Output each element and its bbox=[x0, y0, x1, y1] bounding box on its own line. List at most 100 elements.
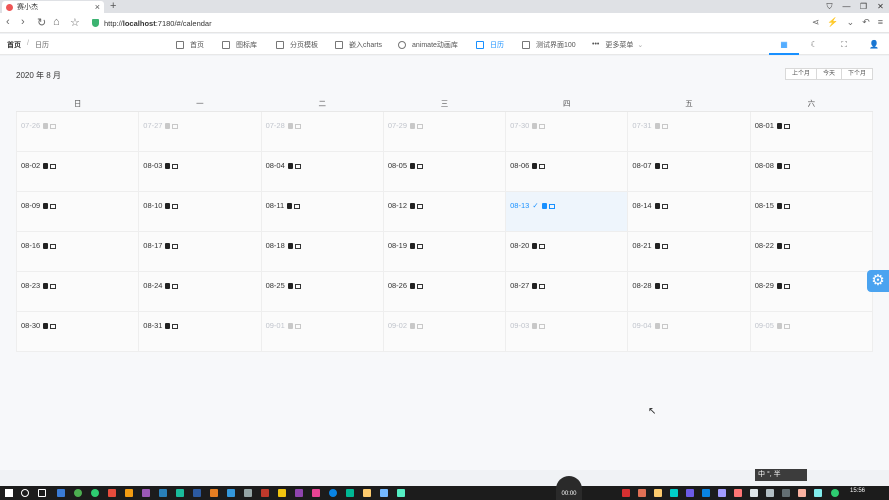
vscode-icon[interactable] bbox=[159, 489, 167, 497]
calendar-day-cell[interactable]: 08-14 bbox=[627, 190, 751, 232]
windows-start-icon[interactable] bbox=[5, 489, 13, 497]
browser-tab[interactable]: 赛小杰 × bbox=[2, 1, 104, 13]
theme-moon-icon[interactable]: ☾ bbox=[799, 34, 829, 55]
nav-item-calendar[interactable]: 日历 bbox=[476, 34, 504, 55]
nav-item-icons[interactable]: 图标库 bbox=[222, 34, 257, 55]
calendar-day-cell[interactable]: 08-27 bbox=[505, 270, 629, 312]
calendar-day-cell[interactable]: 08-28 bbox=[627, 270, 751, 312]
fullscreen-icon[interactable]: ⛶ bbox=[829, 34, 859, 55]
calendar-day-cell[interactable]: 08-21 bbox=[627, 230, 751, 272]
calendar-day-cell[interactable]: 08-18 bbox=[260, 230, 384, 272]
calendar-day-cell[interactable]: 07-28 bbox=[260, 110, 384, 152]
calendar-day-cell[interactable]: 08-24 bbox=[138, 270, 262, 312]
app-icon[interactable] bbox=[295, 489, 303, 497]
calendar-day-cell[interactable]: 08-07 bbox=[627, 150, 751, 192]
calendar-day-cell[interactable]: 09-04 bbox=[627, 310, 751, 352]
pin-icon[interactable]: ⛉ bbox=[821, 0, 838, 13]
chevron-down-icon[interactable]: ⌄ bbox=[847, 17, 855, 28]
share-icon[interactable]: ⋖ bbox=[812, 17, 820, 28]
search-taskbar-icon[interactable] bbox=[21, 489, 29, 497]
calendar-day-cell[interactable]: 07-29 bbox=[382, 110, 507, 152]
app-icon[interactable] bbox=[380, 489, 388, 497]
calendar-day-cell[interactable]: 08-20 bbox=[505, 230, 629, 272]
nav-item-animate[interactable]: animate动画库 bbox=[398, 34, 458, 55]
calendar-day-cell[interactable]: 08-08 bbox=[749, 150, 874, 192]
nav-item-test[interactable]: 测试界面100 bbox=[522, 34, 576, 55]
calendar-day-cell[interactable]: 08-15 bbox=[749, 190, 874, 232]
app-icon[interactable] bbox=[142, 489, 150, 497]
edge-icon[interactable] bbox=[329, 489, 337, 497]
app-icon[interactable] bbox=[346, 489, 354, 497]
calendar-day-cell[interactable]: 08-19 bbox=[382, 230, 507, 272]
new-tab-icon[interactable]: + bbox=[110, 0, 116, 12]
wechat-icon[interactable] bbox=[397, 489, 405, 497]
nav-item-more[interactable]: ••• 更多菜单 ⌄ bbox=[592, 34, 643, 55]
bookmark-star-icon[interactable]: ☆ bbox=[70, 16, 80, 29]
app-icon[interactable] bbox=[363, 489, 371, 497]
chrome-icon[interactable] bbox=[74, 489, 82, 497]
calendar-day-cell[interactable]: 09-03 bbox=[505, 310, 629, 352]
undo-icon[interactable]: ↶ bbox=[862, 17, 870, 28]
forward-icon[interactable]: › bbox=[21, 16, 25, 28]
refresh-icon[interactable]: ↻ bbox=[37, 16, 46, 29]
calendar-day-cell[interactable]: 08-12 bbox=[382, 190, 507, 232]
calendar-day-cell[interactable]: 07-26 bbox=[15, 110, 140, 152]
grid-icon[interactable]: ▦ bbox=[769, 34, 799, 55]
calendar-day-cell[interactable]: 08-26 bbox=[382, 270, 507, 312]
prev-month-button[interactable]: 上个月 bbox=[784, 68, 817, 80]
app-icon[interactable] bbox=[91, 489, 99, 497]
ime-indicator[interactable]: 中 °, 半 bbox=[755, 469, 807, 481]
menu-icon[interactable]: ≡ bbox=[878, 17, 883, 28]
calendar-day-cell[interactable]: 08-22 bbox=[749, 230, 874, 272]
calendar-day-cell[interactable]: 08-09 bbox=[15, 190, 140, 232]
nav-item-home[interactable]: 首页 bbox=[176, 34, 204, 55]
calendar-day-cell[interactable]: 08-10 bbox=[138, 190, 262, 232]
calendar-day-cell[interactable]: 08-16 bbox=[15, 230, 140, 272]
today-button[interactable]: 今天 bbox=[815, 68, 842, 80]
app-icon[interactable] bbox=[176, 489, 184, 497]
calendar-day-cell[interactable]: 08-30 bbox=[15, 310, 140, 352]
calendar-day-cell[interactable]: 07-31 bbox=[627, 110, 751, 152]
calendar-day-cell[interactable]: 09-02 bbox=[382, 310, 507, 352]
calendar-day-cell[interactable]: 09-01 bbox=[260, 310, 384, 352]
calendar-day-cell[interactable]: 08-06 bbox=[505, 150, 629, 192]
calendar-day-cell[interactable]: 08-31 bbox=[138, 310, 262, 352]
calendar-day-cell[interactable]: 08-11 bbox=[260, 190, 384, 232]
calendar-day-cell[interactable]: 08-04 bbox=[260, 150, 384, 192]
nav-item-charts[interactable]: 嵌入charts bbox=[335, 34, 382, 55]
breadcrumb-home[interactable]: 首页 bbox=[7, 40, 21, 50]
app-icon[interactable] bbox=[125, 489, 133, 497]
calendar-day-cell[interactable]: 08-13 ✓ bbox=[505, 190, 629, 232]
calendar-day-cell[interactable]: 09-05 bbox=[749, 310, 874, 352]
bolt-icon[interactable]: ⚡ bbox=[827, 17, 838, 28]
back-icon[interactable]: ‹ bbox=[6, 16, 10, 28]
nav-item-pagination[interactable]: 分页模板 bbox=[276, 34, 318, 55]
close-window-icon[interactable]: ✕ bbox=[872, 0, 889, 13]
settings-gear-icon[interactable]: ⚙ bbox=[867, 270, 889, 292]
url-input[interactable]: http:// localhost :7180/#/calendar bbox=[92, 16, 804, 30]
app-icon[interactable] bbox=[312, 489, 320, 497]
calendar-day-cell[interactable]: 08-25 bbox=[260, 270, 384, 312]
app-icon[interactable] bbox=[261, 489, 269, 497]
home-browser-icon[interactable]: ⌂ bbox=[53, 16, 60, 28]
word-icon[interactable] bbox=[193, 489, 201, 497]
app-icon[interactable] bbox=[227, 489, 235, 497]
app-icon[interactable] bbox=[57, 489, 65, 497]
minimize-icon[interactable]: — bbox=[838, 0, 855, 13]
user-avatar-icon[interactable]: 👤 bbox=[859, 34, 889, 55]
close-tab-icon[interactable]: × bbox=[95, 2, 100, 12]
app-icon[interactable] bbox=[108, 489, 116, 497]
task-view-icon[interactable] bbox=[38, 489, 46, 497]
calendar-day-cell[interactable]: 07-27 bbox=[138, 110, 262, 152]
app-icon[interactable] bbox=[278, 489, 286, 497]
recorder-timer[interactable]: 00:00 bbox=[556, 476, 582, 500]
calendar-day-cell[interactable]: 08-05 bbox=[382, 150, 507, 192]
calendar-day-cell[interactable]: 08-02 bbox=[15, 150, 140, 192]
calendar-day-cell[interactable]: 08-03 bbox=[138, 150, 262, 192]
app-icon[interactable] bbox=[210, 489, 218, 497]
calendar-day-cell[interactable]: 08-17 bbox=[138, 230, 262, 272]
calendar-day-cell[interactable]: 08-23 bbox=[15, 270, 140, 312]
calendar-day-cell[interactable]: 08-29 bbox=[749, 270, 874, 312]
maximize-icon[interactable]: ❐ bbox=[855, 0, 872, 13]
calendar-day-cell[interactable]: 07-30 bbox=[505, 110, 629, 152]
